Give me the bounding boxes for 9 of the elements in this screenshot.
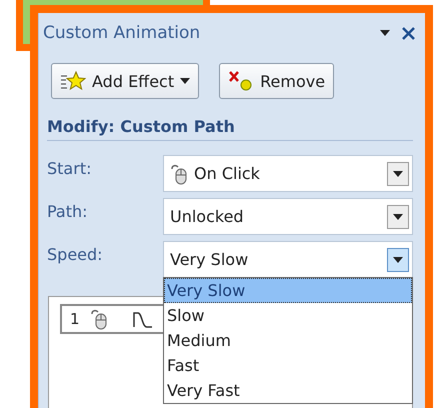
- dropdown-value: Unlocked: [170, 207, 245, 226]
- section-heading: Modify: Custom Path: [47, 117, 413, 141]
- dropdown-value: Very Slow: [170, 250, 250, 269]
- dropdown-value: On Click: [194, 164, 261, 183]
- field-label: Path:: [47, 201, 89, 221]
- item-number: 1: [70, 310, 80, 328]
- pane-title: Custom Animation: [43, 23, 202, 43]
- field-label: Speed:: [47, 244, 104, 264]
- field-label: Start:: [47, 158, 92, 178]
